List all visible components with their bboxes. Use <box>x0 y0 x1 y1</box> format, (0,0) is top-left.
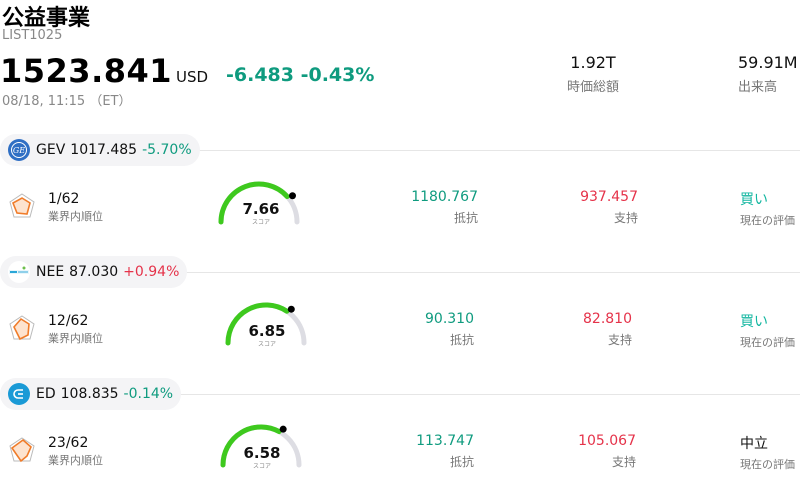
currency-label: USD <box>176 68 209 86</box>
radar-icon <box>8 314 36 342</box>
stock-pill-ed[interactable]: ED 108.835 -0.14% <box>0 378 182 410</box>
rating-label: 現在の評価 <box>740 458 795 471</box>
volume-label: 出来高 <box>738 80 778 95</box>
market-cap-value: 1.92T <box>570 53 616 72</box>
stock-pill-gev[interactable]: GE GEV 1017.485 -5.70% <box>0 134 200 166</box>
resistance-label: 抵抗 <box>449 455 474 469</box>
rank-label: 業界内順位 <box>48 210 103 223</box>
ge-logo-icon: GE <box>8 139 30 161</box>
nee-logo-icon <box>8 261 30 283</box>
score-value: 6.85 <box>248 322 286 340</box>
resistance-value: 113.747 <box>416 433 474 449</box>
divider <box>178 394 800 395</box>
divider <box>196 150 800 151</box>
score-value: 6.58 <box>243 444 281 462</box>
resistance-label: 抵抗 <box>449 333 474 347</box>
score-label: スコア <box>251 219 270 226</box>
resistance-value: 90.310 <box>425 311 474 327</box>
rating-label: 現在の評価 <box>740 336 795 349</box>
radar-icon <box>8 436 36 464</box>
support-label: 支持 <box>611 455 636 469</box>
resistance-value: 1180.767 <box>411 189 478 205</box>
support-label: 支持 <box>607 333 632 347</box>
stock-pill-nee[interactable]: NEE 87.030 +0.94% <box>0 256 188 288</box>
stat-volume: 59.91M 出来高 <box>738 53 800 95</box>
support-label: 支持 <box>613 211 638 225</box>
rating-value: 中立 <box>740 436 768 452</box>
ticker: ED <box>36 386 56 402</box>
rating-value: 買い <box>740 314 768 330</box>
divider <box>184 272 800 273</box>
score-label: スコア <box>257 341 276 348</box>
rank-value: 1/62 <box>48 191 80 207</box>
volume-value: 59.91M <box>738 53 798 72</box>
ed-logo-icon <box>8 383 30 405</box>
score-value: 7.66 <box>242 200 280 218</box>
score-label: スコア <box>252 463 271 470</box>
stock-price: 108.835 <box>60 386 119 402</box>
index-price: 1523.841 <box>0 52 173 90</box>
resistance-label: 抵抗 <box>453 211 478 225</box>
timestamp: 08/18, 11:15 （ET） <box>2 94 132 109</box>
gauge-marker <box>279 425 287 433</box>
stat-market-cap: 1.92T 時価総額 <box>560 53 626 95</box>
stock-price: 1017.485 <box>70 142 138 158</box>
stock-change: -5.70% <box>142 142 192 158</box>
rank-value: 12/62 <box>48 313 89 329</box>
market-cap-label: 時価総額 <box>566 80 619 95</box>
ticker: GEV <box>36 142 66 158</box>
rating-value: 買い <box>740 192 768 208</box>
gauge-marker <box>288 192 296 200</box>
gauge-marker <box>287 305 295 313</box>
index-code: LIST1025 <box>2 28 63 43</box>
support-value: 937.457 <box>580 189 638 205</box>
ticker: NEE <box>36 264 65 280</box>
index-change: -6.483 -0.43% <box>226 64 375 86</box>
svg-text:GE: GE <box>13 146 25 155</box>
radar-icon <box>8 192 36 220</box>
stock-change: -0.14% <box>123 386 174 402</box>
stock-price: 87.030 <box>69 264 119 280</box>
rating-label: 現在の評価 <box>740 214 795 227</box>
stock-change: +0.94% <box>123 264 180 280</box>
support-value: 82.810 <box>583 311 632 327</box>
rank-label: 業界内順位 <box>48 332 103 345</box>
rank-label: 業界内順位 <box>48 454 103 467</box>
support-value: 105.067 <box>578 433 636 449</box>
rank-value: 23/62 <box>48 435 89 451</box>
